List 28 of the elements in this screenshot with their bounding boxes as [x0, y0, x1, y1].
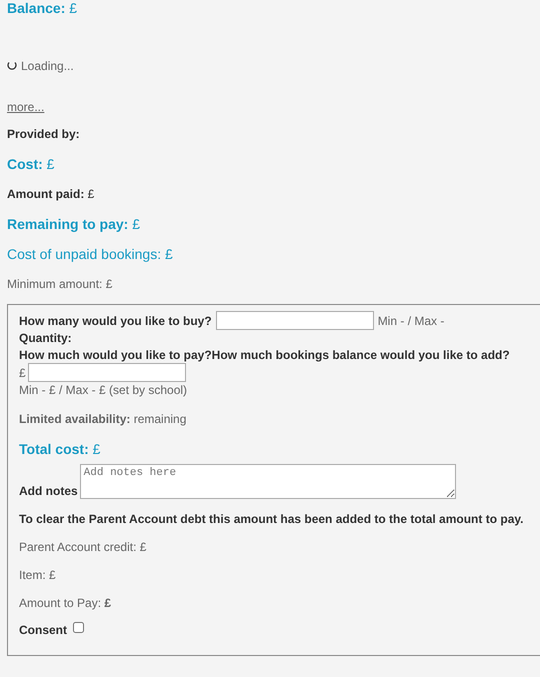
summary-line: Remaining to pay: £	[7, 216, 140, 232]
quantity-range: Min - / Max -	[378, 312, 444, 328]
quantity-question: How many would you like to buy?	[19, 312, 212, 328]
quantity-label: Quantity:	[19, 330, 72, 346]
currency-symbol: £	[19, 364, 26, 380]
notes-label: Add notes	[19, 483, 78, 499]
amount-field[interactable]	[28, 363, 186, 382]
quantity-field[interactable]	[216, 311, 374, 330]
notes-field[interactable]: Add notes here	[80, 464, 456, 499]
summary-line: Amount paid: £	[7, 186, 94, 202]
breakdown-line: Amount to Pay: £	[19, 595, 112, 611]
loading-text: Loading...	[21, 58, 74, 74]
spinner-icon	[7, 61, 17, 71]
availability-text: Limited availability: remaining	[19, 411, 186, 427]
debt-notice: To clear the Parent Account debt this amount has been added to the total amount to pay.	[19, 511, 524, 527]
breakdown-line: Item: £	[19, 567, 56, 583]
more-link[interactable]: more...	[7, 100, 44, 114]
breakdown-line: Parent Account credit: £	[19, 539, 146, 555]
summary-line: Cost of unpaid bookings: £	[7, 246, 173, 262]
consent-label: Consent	[19, 622, 67, 638]
amount-range: Min - £ / Max - £ (set by school)	[19, 382, 188, 398]
balance-label: Balance: £	[7, 0, 78, 16]
consent-checkbox[interactable]	[73, 622, 84, 633]
summary-line: Cost: £	[7, 156, 54, 172]
summary-line: Provided by:	[7, 126, 80, 142]
pay-question: How much would you like to pay?How much bookings balance would you like to add?	[19, 347, 510, 363]
total-cost: Total cost: £	[19, 441, 100, 457]
summary-line: Minimum amount: £	[7, 276, 112, 292]
